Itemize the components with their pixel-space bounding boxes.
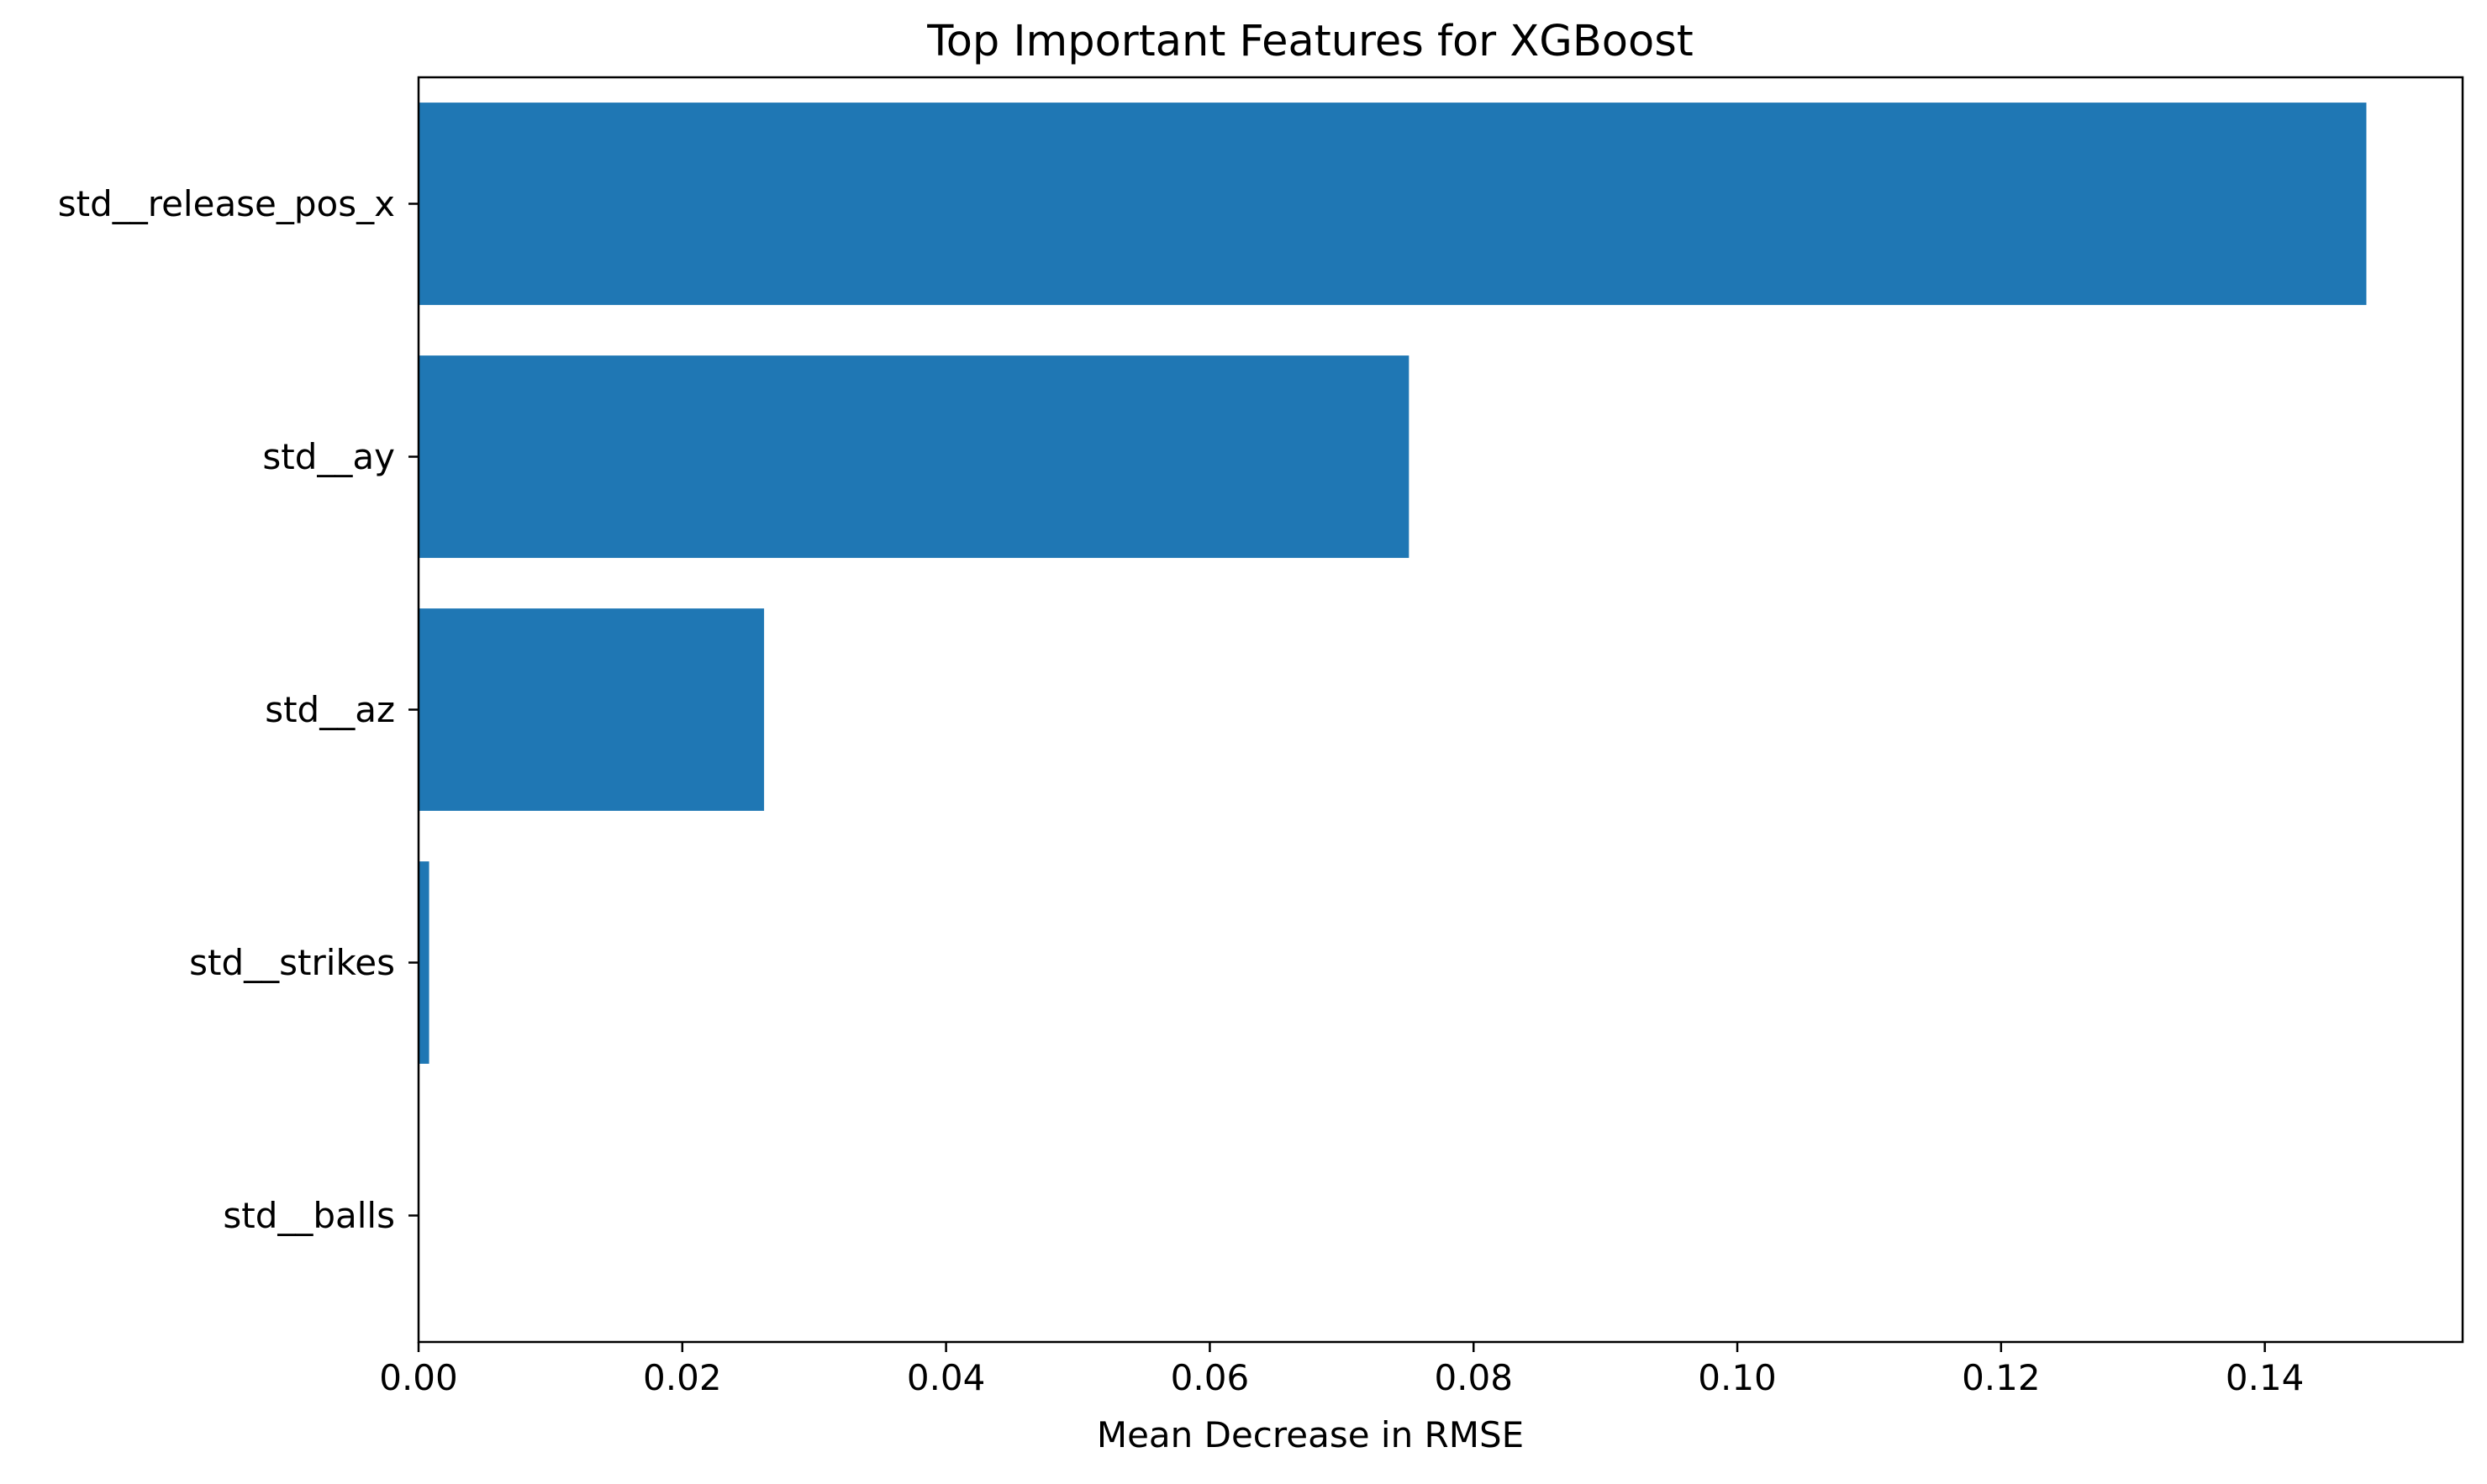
x-tick-label: 0.02: [643, 1357, 722, 1398]
chart-svg: Top Important Features for XGBoost std__…: [0, 0, 2487, 1480]
x-tick-label: 0.06: [1171, 1357, 1250, 1398]
x-tick-label: 0.14: [2226, 1357, 2305, 1398]
bar-std__release_pos_x: [419, 103, 2367, 305]
y-tick-label: std__strikes: [189, 942, 395, 983]
bar-std__az: [419, 608, 765, 811]
chart-title: Top Important Features for XGBoost: [926, 17, 1694, 66]
x-tick-label: 0.04: [907, 1357, 986, 1398]
y-tick-label: std__ay: [262, 436, 395, 477]
bar-std__strikes: [419, 861, 429, 1064]
y-tick-label: std__release_pos_x: [58, 183, 395, 224]
bar-std__ay: [419, 355, 1409, 558]
x-tick-label: 0.10: [1698, 1357, 1777, 1398]
chart-figure: Top Important Features for XGBoost std__…: [0, 0, 2487, 1480]
x-tick-label: 0.12: [1962, 1357, 2041, 1398]
x-tick-label: 0.08: [1434, 1357, 1513, 1398]
y-tick-label: std__az: [265, 689, 395, 730]
x-axis-label: Mean Decrease in RMSE: [1097, 1414, 1524, 1455]
y-tick-label: std__balls: [223, 1195, 395, 1236]
x-tick-label: 0.00: [379, 1357, 458, 1398]
